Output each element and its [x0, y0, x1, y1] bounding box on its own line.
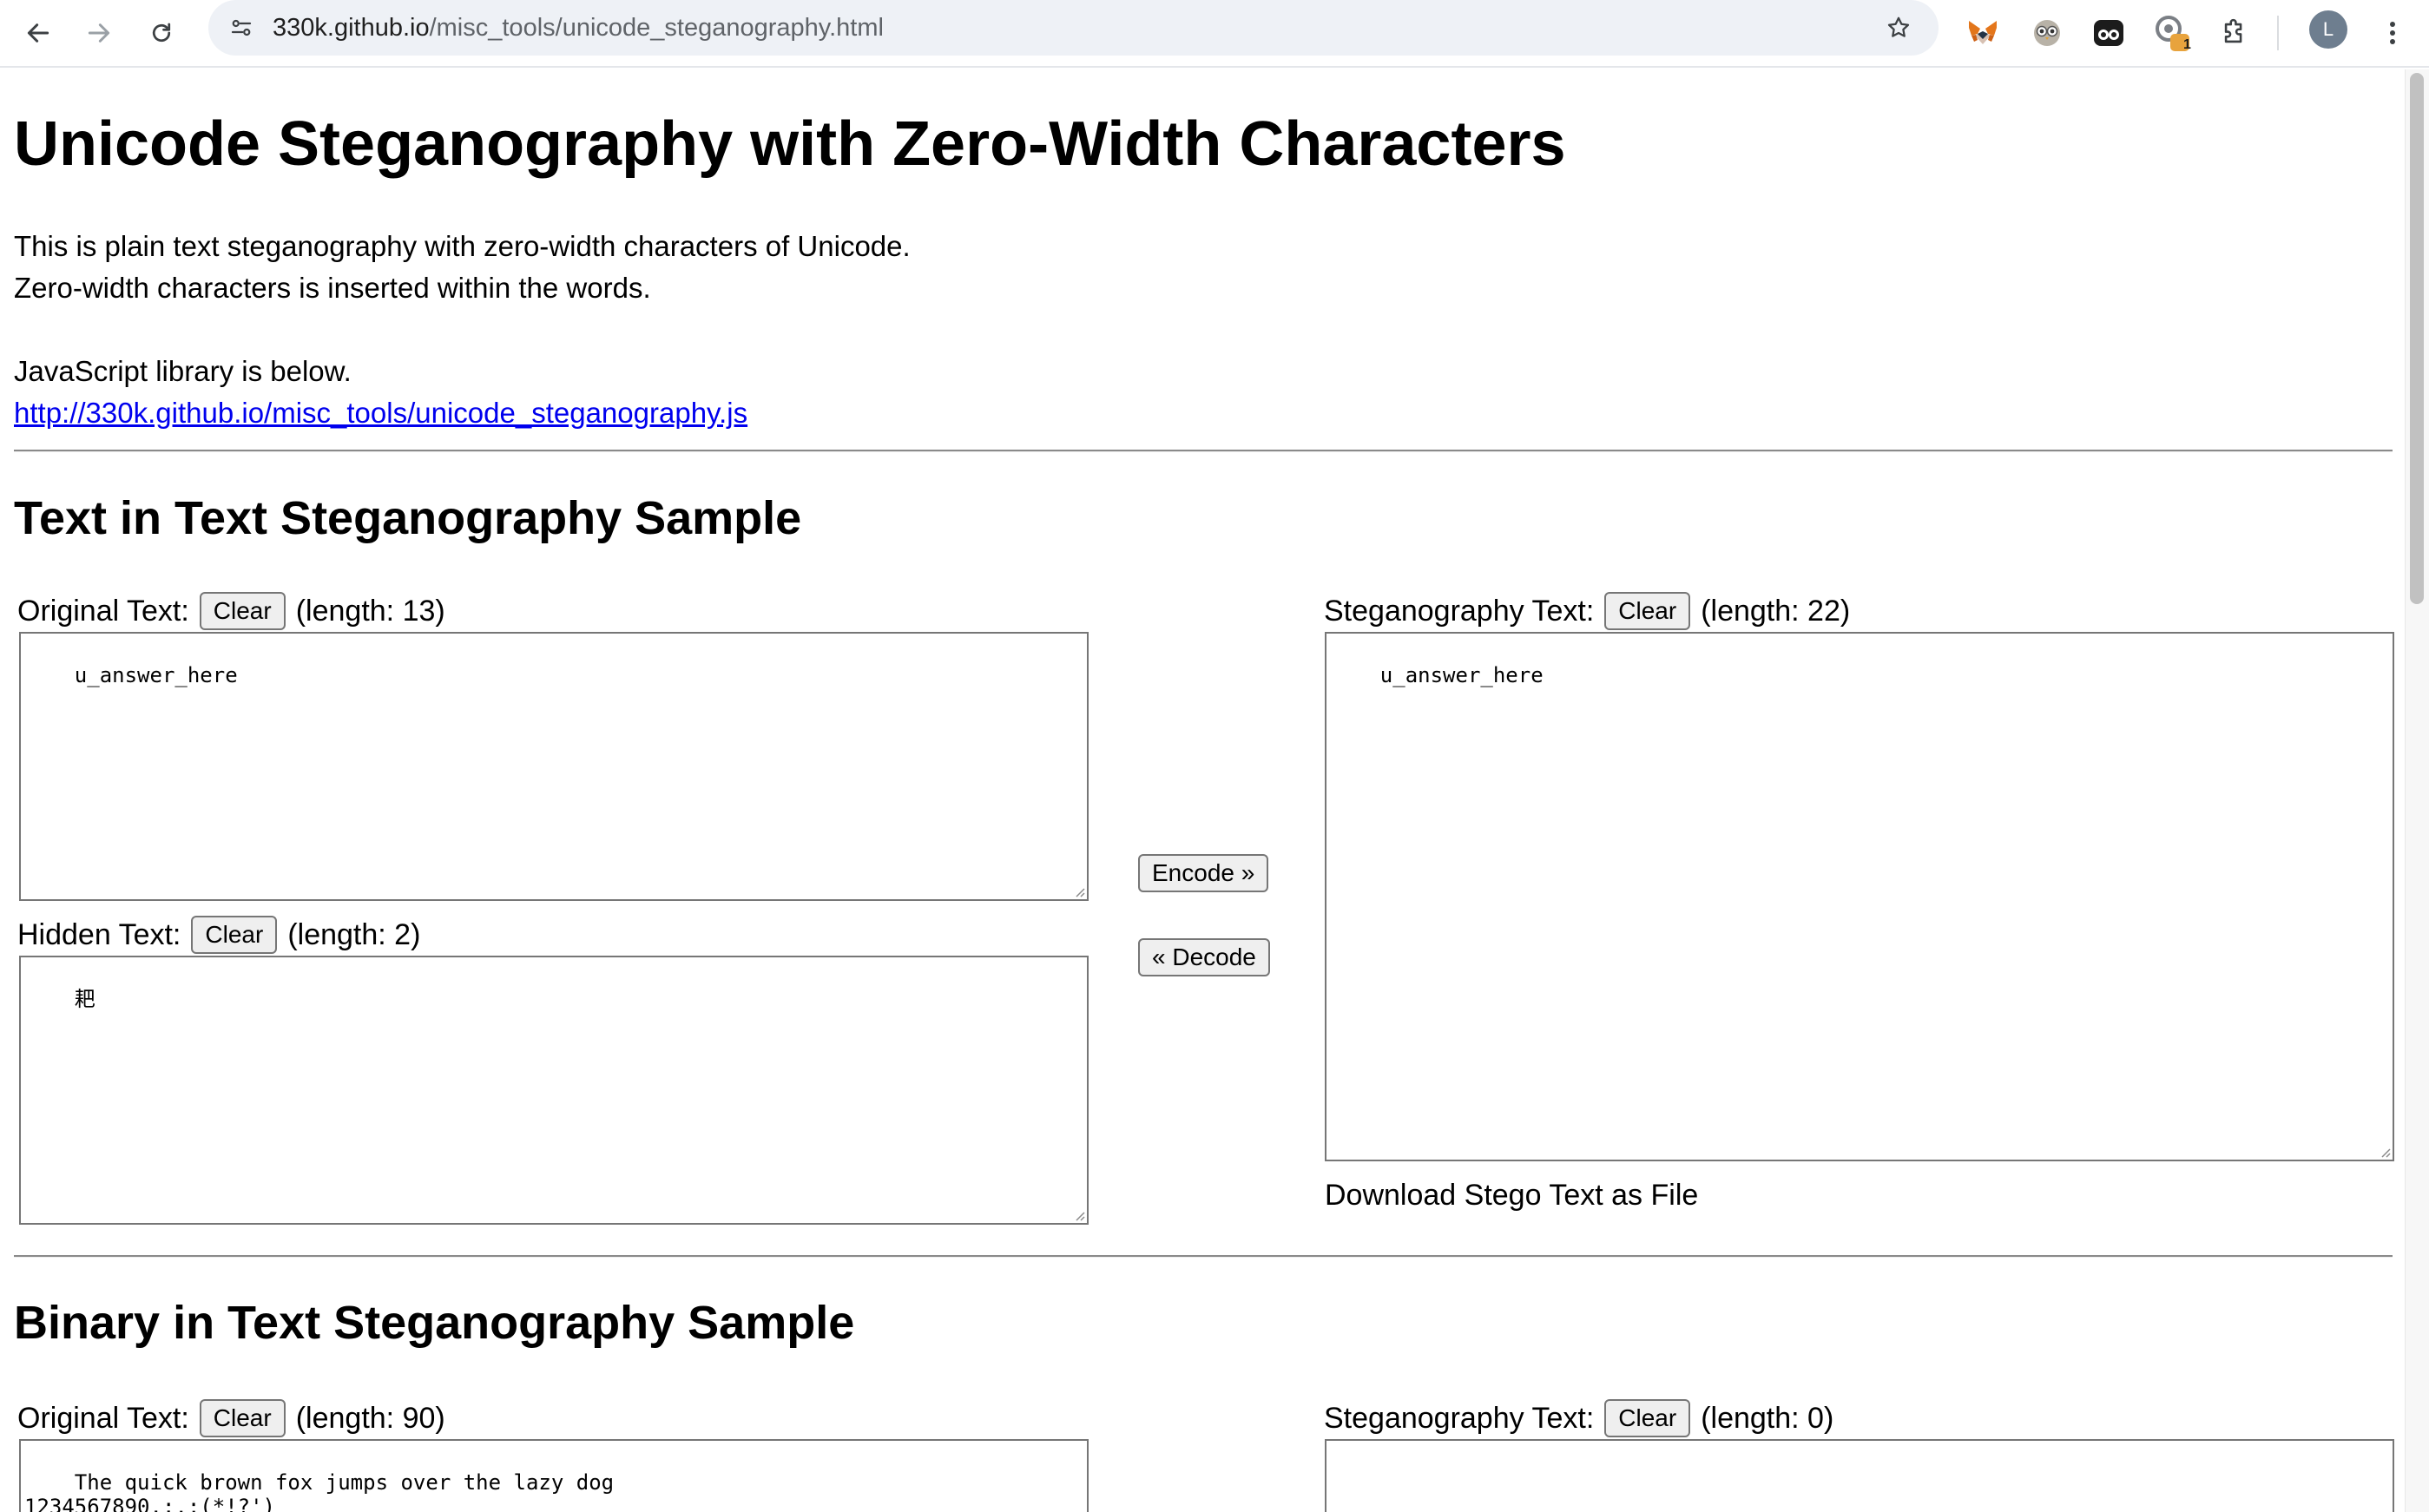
- binary-stego-label-row: Steganography Text: Clear (length: 0): [1324, 1399, 1833, 1437]
- toolbar-divider: [2277, 16, 2279, 50]
- intro-spacer: [14, 309, 911, 351]
- library-link[interactable]: http://330k.github.io/misc_tools/unicode…: [14, 397, 747, 429]
- download-stego-link[interactable]: Download Stego Text as File: [1325, 1176, 1698, 1214]
- page-scrollbar-thumb[interactable]: [2410, 73, 2424, 604]
- stego-length: (length: 22): [1701, 595, 1851, 628]
- url-text[interactable]: 330k.github.io/misc_tools/unicode_stegan…: [273, 12, 884, 43]
- forward-arrow-icon[interactable]: [76, 10, 122, 56]
- stego-text-value: u_answer_here: [1379, 663, 1544, 687]
- original-text-label-row: Original Text: Clear (length: 13): [17, 592, 445, 630]
- hidden-text-label-row: Hidden Text: Clear (length: 2): [17, 916, 420, 954]
- original-clear-button[interactable]: Clear: [199, 592, 286, 630]
- hidden-clear-button[interactable]: Clear: [191, 916, 278, 954]
- bookmark-star-icon[interactable]: [1881, 10, 1916, 45]
- encode-button[interactable]: Encode »: [1138, 854, 1269, 892]
- owl-extension-icon[interactable]: [2024, 10, 2070, 56]
- intro-line-1: This is plain text steganography with ze…: [14, 230, 911, 262]
- text-sample-heading: Text in Text Steganography Sample: [14, 492, 802, 544]
- intro-line-2: Zero-width characters is inserted within…: [14, 272, 651, 304]
- stego-text-label: Steganography Text:: [1324, 595, 1595, 628]
- original-length: (length: 13): [295, 595, 445, 628]
- binary-original-value: The quick brown fox jumps over the lazy …: [24, 1470, 615, 1512]
- hidden-text-area[interactable]: 耙: [19, 956, 1089, 1225]
- back-arrow-icon[interactable]: [16, 10, 61, 56]
- browser-toolbar: 330k.github.io/misc_tools/unicode_stegan…: [0, 0, 2429, 68]
- profile-avatar[interactable]: L: [2309, 10, 2347, 49]
- binary-original-label: Original Text:: [17, 1402, 189, 1435]
- binary-original-clear-button[interactable]: Clear: [199, 1399, 286, 1437]
- decode-button[interactable]: « Decode: [1138, 938, 1270, 976]
- page-title: Unicode Steganography with Zero-Width Ch…: [14, 109, 1566, 179]
- binary-sample-heading: Binary in Text Steganography Sample: [14, 1297, 855, 1349]
- puzzle-extensions-icon[interactable]: [2212, 10, 2257, 56]
- hidden-text-value: 耙: [74, 987, 95, 1011]
- extension-badge-count: 1: [2183, 37, 2191, 52]
- original-text-area[interactable]: u_answer_here: [19, 632, 1089, 901]
- stego-text-area[interactable]: u_answer_here: [1325, 632, 2394, 1161]
- binary-original-label-row: Original Text: Clear (length: 90): [17, 1399, 445, 1437]
- page-content: Unicode Steganography with Zero-Width Ch…: [0, 69, 2405, 1512]
- metamask-fox-icon[interactable]: [1960, 10, 2005, 56]
- kebab-menu-icon[interactable]: [2370, 10, 2415, 56]
- original-text-value: u_answer_here: [74, 663, 238, 687]
- site-info-icon[interactable]: [221, 7, 262, 49]
- intro-line-3: JavaScript library is below.: [14, 355, 352, 387]
- divider: [14, 1255, 2393, 1258]
- stego-clear-button[interactable]: Clear: [1604, 592, 1691, 630]
- binary-original-length: (length: 90): [295, 1402, 445, 1435]
- binary-stego-length: (length: 0): [1701, 1402, 1834, 1435]
- glasses-extension-icon[interactable]: [2086, 10, 2131, 56]
- hidden-text-label: Hidden Text:: [17, 918, 181, 951]
- original-text-label: Original Text:: [17, 595, 189, 628]
- binary-stego-clear-button[interactable]: Clear: [1604, 1399, 1691, 1437]
- resize-grip-icon[interactable]: [2377, 1144, 2391, 1158]
- url-host: 330k.github.io: [273, 14, 430, 42]
- resize-grip-icon[interactable]: [1071, 884, 1085, 897]
- binary-stego-label: Steganography Text:: [1324, 1402, 1595, 1435]
- intro-block: This is plain text steganography with ze…: [14, 226, 911, 434]
- stego-text-label-row: Steganography Text: Clear (length: 22): [1324, 592, 1850, 630]
- resize-grip-icon[interactable]: [1071, 1207, 1085, 1221]
- address-bar[interactable]: 330k.github.io/misc_tools/unicode_stegan…: [208, 0, 1939, 56]
- hidden-length: (length: 2): [287, 918, 421, 951]
- divider: [14, 450, 2393, 452]
- binary-original-text-area[interactable]: The quick brown fox jumps over the lazy …: [19, 1439, 1089, 1512]
- url-path: /misc_tools/unicode_steganography.html: [429, 14, 884, 42]
- reload-icon[interactable]: [139, 10, 184, 56]
- badge-extension-icon[interactable]: 1: [2149, 10, 2195, 56]
- binary-stego-text-area[interactable]: [1325, 1439, 2394, 1512]
